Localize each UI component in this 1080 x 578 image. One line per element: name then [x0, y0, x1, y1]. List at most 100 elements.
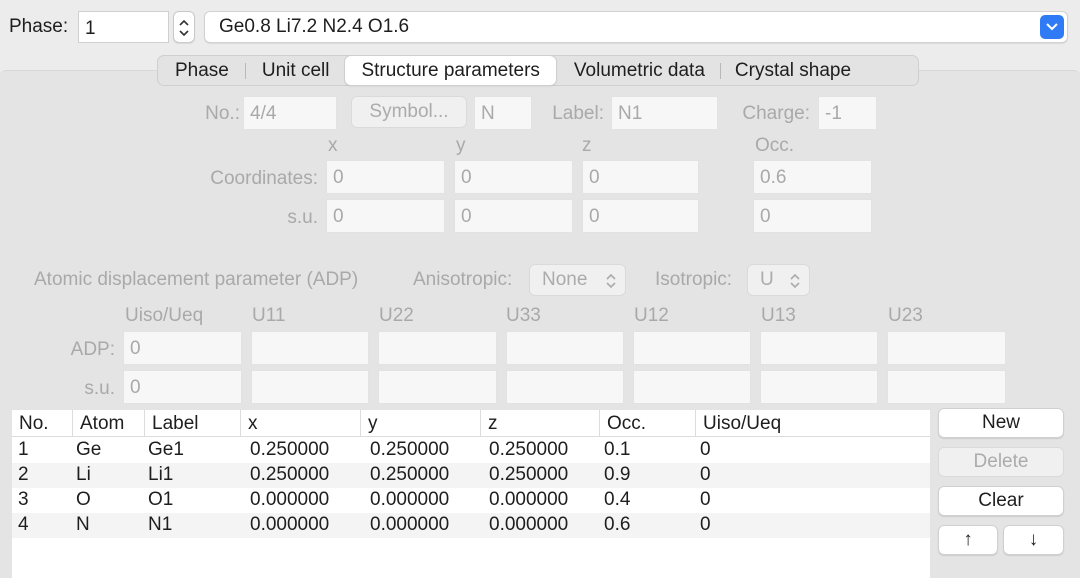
col-y-header: y: [456, 135, 466, 156]
delete-button[interactable]: Delete: [938, 447, 1064, 477]
updown-chevron-icon: [790, 273, 800, 289]
cell-x: 0.000000: [250, 514, 330, 535]
tab-phase[interactable]: Phase: [158, 56, 246, 85]
label-value: N1: [618, 103, 643, 124]
coord-z-value: 0: [589, 167, 600, 188]
label-field[interactable]: N1: [611, 96, 718, 130]
cell-occ: 0.6: [604, 514, 631, 535]
cell-x: 0.250000: [250, 464, 330, 485]
su-x-value: 0: [333, 206, 344, 227]
th-no[interactable]: No.: [12, 410, 72, 437]
tab-structure-parameters[interactable]: Structure parameters: [345, 56, 556, 85]
cell-no: 2: [18, 464, 29, 485]
atom-table[interactable]: No. Atom Label x y z Occ. Uiso/Ueq 1 Ge …: [12, 410, 930, 578]
cell-atom: N: [76, 514, 90, 535]
col-z-header: z: [582, 135, 592, 156]
coord-y-field[interactable]: 0: [454, 160, 573, 194]
adp-u11-field[interactable]: [251, 331, 369, 365]
symbol-button[interactable]: Symbol...: [351, 96, 467, 128]
cell-no: 1: [18, 439, 29, 460]
adp-section-label: Atomic displacement parameter (ADP): [34, 269, 359, 290]
cell-occ: 0.9: [604, 464, 631, 485]
occ-field[interactable]: 0.6: [753, 160, 872, 194]
adp-col-u23: U23: [888, 305, 923, 326]
cell-no: 3: [18, 489, 29, 510]
su-y-field[interactable]: 0: [454, 199, 573, 233]
adp-u12-field[interactable]: [633, 331, 751, 365]
adp-su-u23-field[interactable]: [887, 370, 1006, 404]
coordinates-label: Coordinates:: [210, 168, 318, 189]
adp-col-u13: U13: [761, 305, 796, 326]
adp-u13-field[interactable]: [760, 331, 878, 365]
occ-value: 0.6: [760, 167, 787, 188]
chevron-down-icon: [1040, 15, 1064, 39]
table-row[interactable]: 4 N N1 0.000000 0.000000 0.000000 0.6 0: [12, 513, 930, 538]
cell-y: 0.250000: [370, 464, 450, 485]
isotropic-select[interactable]: U: [747, 264, 810, 296]
cell-occ: 0.4: [604, 489, 631, 510]
cell-y: 0.000000: [370, 514, 450, 535]
table-row[interactable]: 1 Ge Ge1 0.250000 0.250000 0.250000 0.1 …: [12, 438, 930, 463]
adp-u22-field[interactable]: [378, 331, 497, 365]
isotropic-value: U: [760, 269, 774, 290]
new-button[interactable]: New: [938, 408, 1064, 438]
th-atom[interactable]: Atom: [72, 410, 144, 437]
su-label: s.u.: [287, 207, 318, 228]
th-uiso[interactable]: Uiso/Ueq: [695, 410, 930, 437]
adp-uiso-field[interactable]: 0: [123, 331, 242, 365]
cell-uiso: 0: [700, 489, 711, 510]
th-z[interactable]: z: [480, 410, 599, 437]
cell-z: 0.250000: [489, 439, 569, 460]
adp-su-u11-field[interactable]: [251, 370, 369, 404]
arrow-up-icon: ↑: [963, 529, 973, 550]
phase-number-field[interactable]: 1: [78, 11, 169, 43]
su-z-field[interactable]: 0: [582, 199, 699, 233]
th-label[interactable]: Label: [144, 410, 240, 437]
th-y[interactable]: y: [360, 410, 480, 437]
adp-su-uiso-field[interactable]: 0: [123, 370, 242, 404]
coord-z-field[interactable]: 0: [582, 160, 699, 194]
anisotropic-label: Anisotropic:: [413, 269, 513, 290]
coord-x-value: 0: [333, 167, 344, 188]
su-x-field[interactable]: 0: [326, 199, 445, 233]
charge-field[interactable]: -1: [818, 96, 877, 130]
no-field: 4/4: [243, 96, 337, 130]
cell-y: 0.250000: [370, 439, 450, 460]
adp-u23-field[interactable]: [887, 331, 1006, 365]
adp-su-u13-field[interactable]: [760, 370, 878, 404]
adp-su-u33-field[interactable]: [506, 370, 624, 404]
phase-select[interactable]: Ge0.8 Li7.2 N2.4 O1.6: [204, 11, 1068, 43]
cell-z: 0.000000: [489, 514, 569, 535]
anisotropic-select[interactable]: None: [529, 264, 626, 296]
clear-button[interactable]: Clear: [938, 486, 1064, 516]
cell-label: N1: [148, 514, 173, 535]
tab-volumetric-data[interactable]: Volumetric data: [556, 56, 721, 85]
coord-x-field[interactable]: 0: [326, 160, 445, 194]
adp-col-u22: U22: [379, 305, 414, 326]
tab-crystal-shape[interactable]: Crystal shape: [721, 56, 865, 85]
table-row[interactable]: 2 Li Li1 0.250000 0.250000 0.250000 0.9 …: [12, 463, 930, 488]
cell-label: Ge1: [148, 439, 184, 460]
table-row[interactable]: 3 O O1 0.000000 0.000000 0.000000 0.4 0: [12, 488, 930, 513]
phase-number-value: 1: [85, 18, 96, 39]
su-occ-field[interactable]: 0: [753, 199, 872, 233]
cell-uiso: 0: [700, 464, 711, 485]
adp-u33-field[interactable]: [506, 331, 624, 365]
adp-su-u22-field[interactable]: [378, 370, 497, 404]
adp-col-u33: U33: [506, 305, 541, 326]
cell-label: Li1: [148, 464, 174, 485]
cell-uiso: 0: [700, 439, 711, 460]
move-down-button[interactable]: ↓: [1003, 525, 1064, 555]
su-y-value: 0: [461, 206, 472, 227]
no-label: No.:: [205, 103, 240, 124]
adp-col-uiso: Uiso/Ueq: [125, 305, 204, 326]
tab-unit-cell[interactable]: Unit cell: [246, 56, 346, 85]
move-up-button[interactable]: ↑: [938, 525, 998, 555]
su-z-value: 0: [589, 206, 600, 227]
th-x[interactable]: x: [240, 410, 360, 437]
cell-atom: Ge: [76, 439, 102, 460]
th-occ[interactable]: Occ.: [599, 410, 695, 437]
charge-value: -1: [825, 103, 842, 124]
phase-stepper[interactable]: [173, 11, 195, 43]
adp-su-u12-field[interactable]: [633, 370, 751, 404]
